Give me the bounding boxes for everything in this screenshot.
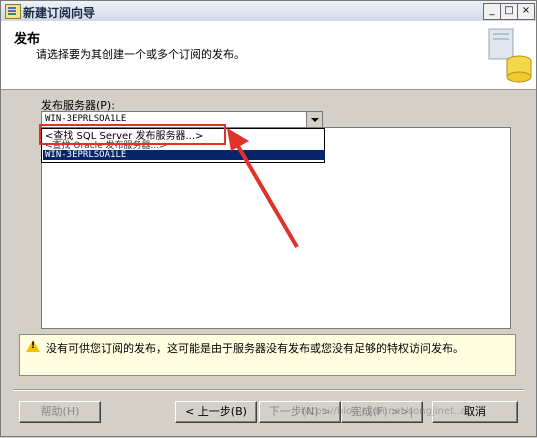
warning-panel: 没有可供您订阅的发布，这可能是由于服务器没有发布或您没有足够的特权访问发布。 — [19, 334, 516, 376]
database-wizard-icon — [488, 28, 532, 83]
wizard-header: 发布 请选择要为其创建一个或多个订阅的发布。 — [1, 21, 536, 90]
close-button[interactable]: × — [517, 3, 535, 20]
maximize-button[interactable]: □ — [500, 3, 518, 20]
help-button[interactable]: 帮助(H) — [19, 401, 101, 423]
page-title: 发布 — [14, 32, 41, 47]
warning-icon — [26, 340, 40, 352]
wizard-app-icon — [5, 4, 21, 19]
watermark: https://blog.csdn.net/songjinet..a — [301, 406, 467, 417]
wizard-window: 新建订阅向导 _ □ × 发布 请选择要为其创建一个或多个订阅的发布。 发布服务… — [0, 0, 537, 437]
warning-message: 没有可供您订阅的发布，这可能是由于服务器没有发布或您没有足够的特权访问发布。 — [46, 342, 464, 355]
back-button[interactable]: < 上一步(B) — [175, 401, 257, 423]
footer-divider — [13, 389, 524, 391]
highlight-box-annotation — [39, 124, 226, 145]
dropdown-item-server[interactable]: WIN-3EPRLSOA1LE — [43, 150, 325, 160]
title-bar: 新建订阅向导 _ □ × — [1, 1, 536, 22]
chevron-down-icon[interactable] — [306, 112, 322, 127]
minimize-button[interactable]: _ — [483, 3, 501, 20]
window-title: 新建订阅向导 — [23, 6, 96, 20]
page-subtitle: 请选择要为其创建一个或多个订阅的发布。 — [36, 48, 245, 61]
